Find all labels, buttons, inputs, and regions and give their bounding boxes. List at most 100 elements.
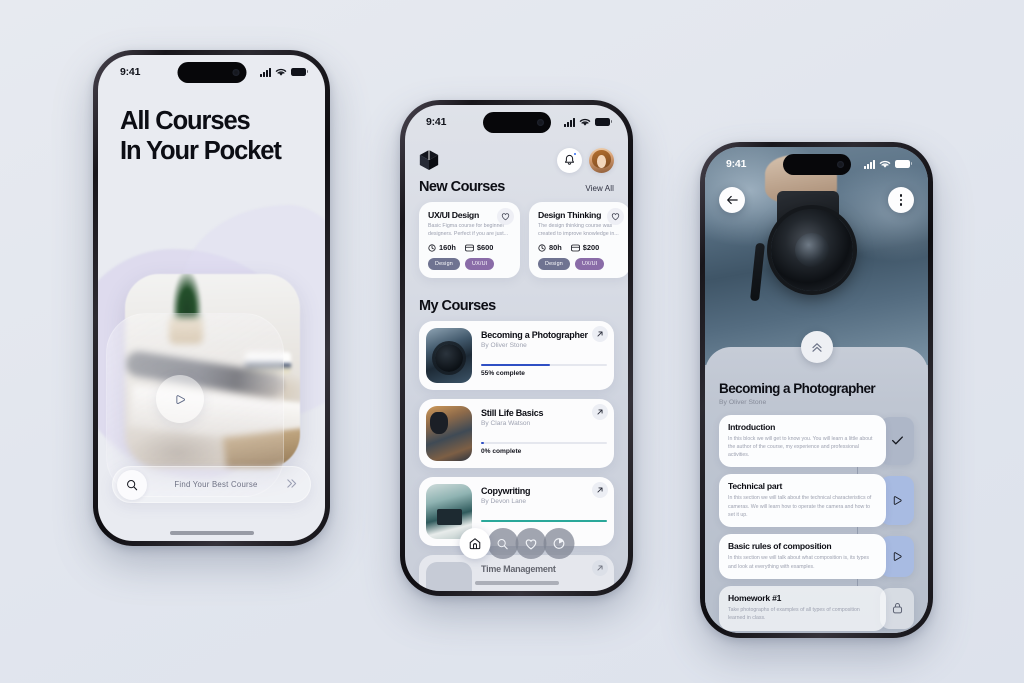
- cellular-signal-icon: [864, 159, 875, 169]
- more-vertical-icon: [899, 193, 903, 207]
- phone2-screen: 9:41 New Courses View All UX/UI Design B…: [405, 105, 628, 591]
- lesson-title: Technical part: [728, 481, 783, 492]
- tag-uxui: UX/UI: [464, 258, 495, 270]
- page-title: All Courses In Your Pocket: [120, 107, 311, 166]
- open-course-button[interactable]: [592, 326, 608, 342]
- home-icon: [469, 538, 480, 550]
- clock-icon: [538, 243, 546, 252]
- course-meta: 160h $600: [428, 243, 512, 252]
- phone1-screen: 9:41 All Courses In Your Pocket Find You…: [98, 55, 325, 541]
- course-author: By Oliver Stone: [481, 342, 527, 349]
- course-thumbnail: [426, 406, 472, 461]
- new-courses-header: New Courses View All: [419, 179, 614, 195]
- phone-course-detail: 9:41 Becoming a Photographer By Oliver S…: [700, 142, 933, 638]
- progress-label: 0% complete: [481, 448, 522, 456]
- cube-logo-icon[interactable]: [419, 149, 439, 171]
- lesson-item[interactable]: Technical part In this section we will t…: [719, 474, 914, 535]
- notifications-button[interactable]: [557, 147, 582, 173]
- open-course-button[interactable]: [592, 404, 608, 420]
- app-header: [419, 145, 614, 175]
- play-icon: [175, 394, 185, 404]
- course-price: $200: [582, 243, 600, 252]
- course-card[interactable]: Design Thinking The design thinking cour…: [529, 202, 628, 278]
- expand-sheet-button[interactable]: [800, 331, 833, 363]
- open-course-button[interactable]: [592, 560, 608, 576]
- bell-notification-icon: [564, 154, 575, 165]
- course-title: Still Life Basics: [481, 408, 544, 418]
- phone-home: 9:41 New Courses View All UX/UI Design B…: [400, 100, 633, 596]
- lesson-title: Basic rules of composition: [728, 541, 832, 552]
- lesson-description: Take photographs of examples of all type…: [728, 607, 860, 622]
- page-title: Becoming a Photographer: [719, 381, 876, 396]
- my-courses-header: My Courses: [419, 298, 614, 314]
- more-options-button[interactable]: [888, 187, 914, 213]
- lesson-item[interactable]: Homework #1 Take photographs of examples…: [719, 586, 914, 631]
- credit-card-icon: [464, 244, 474, 251]
- lesson-list[interactable]: Introduction In this block we will get t…: [719, 414, 914, 631]
- open-course-button[interactable]: [592, 482, 608, 498]
- new-courses-list[interactable]: UX/UI Design Basic Figma course for begi…: [419, 202, 628, 278]
- dynamic-island: [177, 62, 246, 83]
- clock-icon: [428, 243, 436, 252]
- lesson-item[interactable]: Basic rules of composition In this secti…: [719, 534, 914, 586]
- course-title: Becoming a Photographer: [481, 330, 588, 340]
- nav-home[interactable]: [459, 528, 490, 559]
- phone-onboarding: 9:41 All Courses In Your Pocket Find You…: [93, 50, 330, 546]
- course-thumbnail: [426, 562, 472, 591]
- double-chevron-up-icon: [811, 342, 822, 352]
- headline-line-1: All Courses: [120, 107, 251, 135]
- notification-badge: [573, 151, 577, 156]
- lesson-description: In this block we will get to know you. Y…: [728, 435, 873, 459]
- back-button[interactable]: [719, 187, 745, 213]
- tag-design: Design: [538, 258, 570, 270]
- phone3-screen: 9:41 Becoming a Photographer By Oliver S…: [705, 147, 928, 633]
- course-author: By Clara Watson: [481, 420, 531, 427]
- home-indicator: [169, 531, 254, 535]
- battery-icon: [595, 118, 613, 126]
- favorite-button[interactable]: [497, 208, 514, 225]
- lesson-title: Introduction: [728, 421, 776, 432]
- arrow-up-right-icon: [597, 565, 603, 571]
- nav-stats[interactable]: [543, 528, 574, 559]
- dynamic-island: [482, 112, 551, 133]
- list-item[interactable]: Becoming a Photographer By Oliver Stone …: [419, 321, 614, 390]
- lesson-description: In this section we will talk about the t…: [728, 495, 872, 519]
- course-price: $600: [476, 243, 494, 252]
- lesson-item[interactable]: Introduction In this block we will get t…: [719, 414, 914, 475]
- course-title: Copywriting: [481, 486, 531, 496]
- list-item[interactable]: Time Management: [419, 555, 614, 591]
- arrow-up-right-icon: [597, 487, 603, 493]
- wifi-icon: [579, 118, 591, 126]
- favorite-button[interactable]: [607, 208, 624, 225]
- cellular-signal-icon: [564, 117, 575, 127]
- status-time: 9:41: [120, 66, 141, 78]
- arrow-up-right-icon: [597, 409, 603, 415]
- search-input[interactable]: Find Your Best Course: [147, 480, 285, 489]
- view-all-link[interactable]: View All: [585, 184, 614, 193]
- dynamic-island: [782, 154, 851, 175]
- bottom-nav[interactable]: [459, 528, 574, 559]
- search-icon: [497, 538, 508, 549]
- wifi-icon: [879, 160, 891, 168]
- lesson-title: Homework #1: [728, 593, 782, 603]
- double-chevron-right-icon[interactable]: [285, 478, 306, 492]
- check-icon: [891, 436, 903, 445]
- heart-outline-icon: [501, 213, 510, 221]
- play-icon: [893, 552, 902, 561]
- progress-bar: [481, 364, 607, 367]
- play-icon: [893, 496, 902, 506]
- progress-bar: [481, 520, 607, 523]
- nav-favorites[interactable]: [515, 528, 546, 559]
- credit-card-icon: [570, 244, 580, 251]
- search-bar[interactable]: Find Your Best Course: [112, 466, 311, 503]
- list-item[interactable]: Still Life Basics By Clara Watson 0% com…: [419, 399, 614, 468]
- play-button[interactable]: [156, 375, 204, 423]
- section-title-my-courses: My Courses: [419, 298, 496, 314]
- avatar[interactable]: [589, 147, 614, 173]
- heart-icon: [525, 538, 536, 550]
- course-tags: Design UX/UI: [538, 258, 622, 270]
- headline-line-2: In Your Pocket: [120, 136, 282, 165]
- nav-search[interactable]: [487, 528, 518, 559]
- course-card[interactable]: UX/UI Design Basic Figma course for begi…: [419, 202, 520, 278]
- search-button[interactable]: [117, 469, 147, 500]
